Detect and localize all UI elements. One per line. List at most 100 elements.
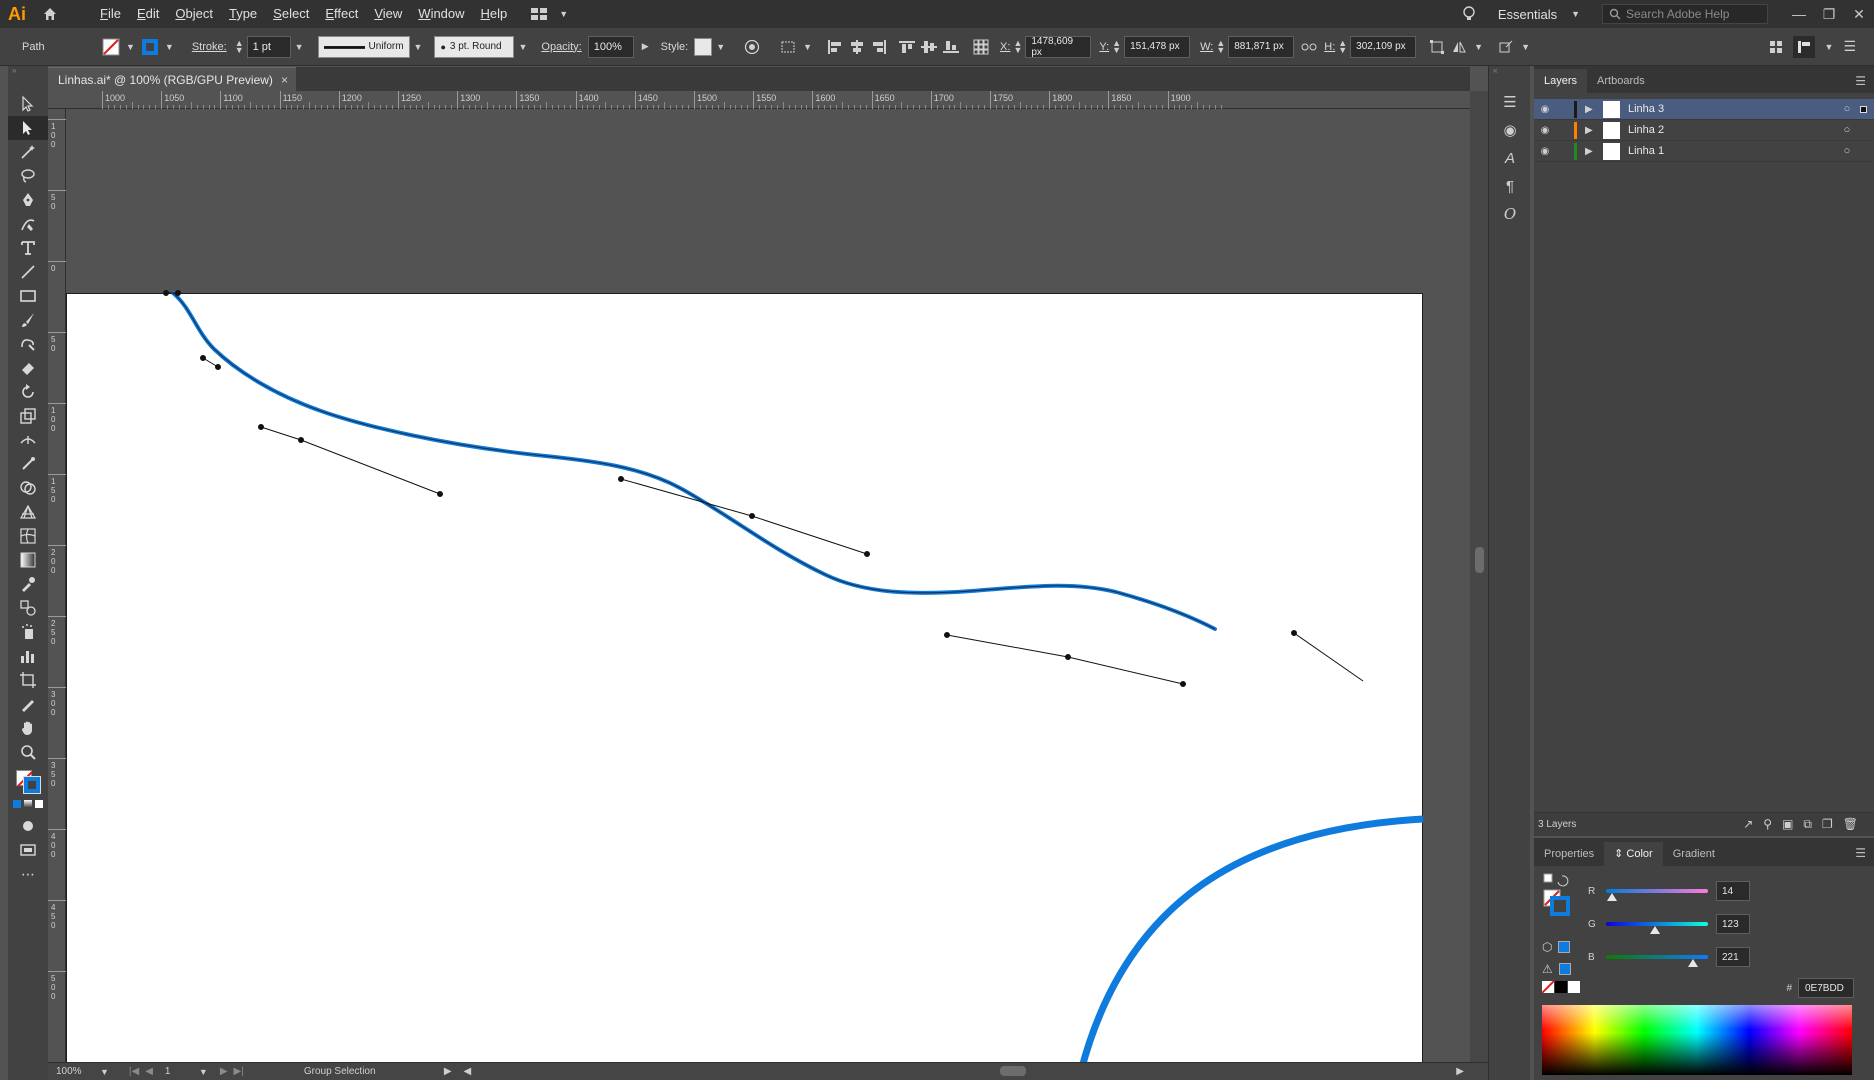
target-circle-icon[interactable]: ○ xyxy=(1836,103,1858,115)
workspace-switcher[interactable]: Essentials ▼ xyxy=(1498,7,1584,22)
search-help-input[interactable]: Search Adobe Help xyxy=(1602,4,1768,24)
target-circle-icon[interactable]: ○ xyxy=(1836,124,1858,136)
vertical-ruler[interactable]: 1 0 0 5 0 0 5 0 1 0 0 1 5 0 2 0 0 2 5 0 3 0 0 3 5… xyxy=(48,109,66,1071)
mesh-tool-icon[interactable] xyxy=(8,524,48,548)
transform-reference-icon[interactable] xyxy=(970,36,992,58)
chevron-down-icon[interactable]: ▼ xyxy=(100,1067,109,1077)
menu-view[interactable]: View xyxy=(366,0,410,28)
puppet-warp-tool-icon[interactable] xyxy=(8,452,48,476)
slice-tool-icon[interactable] xyxy=(8,692,48,716)
selection-indicator[interactable] xyxy=(1858,105,1868,113)
character-panel-icon[interactable]: A xyxy=(1489,144,1531,172)
clipping-mask-icon[interactable]: ▣ xyxy=(1782,817,1793,832)
symbol-sprayer-tool-icon[interactable] xyxy=(8,620,48,644)
lightbulb-icon[interactable] xyxy=(1454,6,1484,22)
scroll-right-icon[interactable]: ▶ xyxy=(1456,1066,1464,1077)
tab-gradient[interactable]: Gradient xyxy=(1663,842,1725,866)
stroke-stepper[interactable]: ▲ ▼ xyxy=(235,38,244,54)
paintbrush-tool-icon[interactable] xyxy=(8,308,48,332)
gradient-tool-icon[interactable] xyxy=(8,548,48,572)
control-menu-icon[interactable]: ☰ xyxy=(1843,38,1856,55)
isolate-icon[interactable] xyxy=(1495,36,1517,58)
collapse-toolbar-icon[interactable]: » xyxy=(8,66,48,78)
artwork[interactable] xyxy=(66,109,1470,1071)
line-tool-icon[interactable] xyxy=(8,260,48,284)
x-stepper[interactable]: ▲ ▼ xyxy=(1013,38,1022,54)
arrange-panels-icon[interactable] xyxy=(1765,36,1787,58)
menu-object[interactable]: Object xyxy=(167,0,221,28)
white-swatch[interactable] xyxy=(1568,981,1580,993)
menu-help[interactable]: Help xyxy=(473,0,516,28)
document-tab[interactable]: Linhas.ai* @ 100% (RGB/GPU Preview) × xyxy=(48,67,296,91)
selection-tool-icon[interactable] xyxy=(8,92,48,116)
selected-path-linha-3[interactable] xyxy=(171,291,1217,631)
zoom-level[interactable]: 100% xyxy=(56,1066,96,1077)
artboard-tool-icon[interactable] xyxy=(8,668,48,692)
libraries-panel-icon[interactable]: ◉ xyxy=(1489,116,1531,144)
none-swatch[interactable] xyxy=(1542,981,1554,993)
chevron-down-icon[interactable]: ▼ xyxy=(1521,42,1530,52)
first-artboard-icon[interactable]: |◀ xyxy=(129,1066,139,1077)
close-icon[interactable]: × xyxy=(281,73,288,87)
width-tool-icon[interactable] xyxy=(8,428,48,452)
rectangle-tool-icon[interactable] xyxy=(8,284,48,308)
direct-selection-tool-icon[interactable] xyxy=(8,116,48,140)
align-left-icon[interactable] xyxy=(824,36,846,58)
close-window-button[interactable]: ✕ xyxy=(1844,0,1874,28)
chevron-down-icon[interactable]: ▼ xyxy=(518,42,527,52)
green-value-input[interactable]: 123 xyxy=(1716,914,1750,934)
align-to-icon[interactable] xyxy=(777,36,799,58)
stroke-swatch[interactable] xyxy=(24,777,40,793)
chevron-down-icon[interactable]: ▼ xyxy=(1825,42,1834,52)
visibility-eye-icon[interactable]: ◉ xyxy=(1534,104,1556,115)
panel-options-icon[interactable] xyxy=(1792,35,1815,58)
panel-menu-icon[interactable]: ☰ xyxy=(1855,74,1866,88)
y-stepper[interactable]: ▲ ▼ xyxy=(1112,38,1121,54)
brush-definition[interactable]: ● 3 pt. Round xyxy=(434,35,515,58)
graphic-style-swatch[interactable] xyxy=(694,37,713,56)
fill-swatch[interactable] xyxy=(100,36,122,58)
scale-tool-icon[interactable] xyxy=(8,404,48,428)
chevron-down-icon[interactable]: ▼ xyxy=(1474,42,1483,52)
red-slider[interactable] xyxy=(1606,889,1708,901)
locate-object-icon[interactable]: ⚲ xyxy=(1763,817,1772,832)
color-fill-stroke-widget[interactable] xyxy=(1542,872,1582,921)
hex-input[interactable]: 0E7BDD xyxy=(1798,978,1854,998)
blue-slider-thumb[interactable] xyxy=(1688,959,1698,967)
curvature-tool-icon[interactable] xyxy=(8,212,48,236)
new-layer-icon[interactable]: ❐ xyxy=(1822,817,1833,832)
menu-effect[interactable]: Effect xyxy=(317,0,366,28)
constrain-link-icon[interactable] xyxy=(1298,36,1320,58)
collapse-panels-icon[interactable]: « xyxy=(1489,66,1530,78)
previous-artboard-icon[interactable]: ◀ xyxy=(145,1066,153,1077)
layer-row[interactable]: ◉ ▶ Linha 2 ○ xyxy=(1534,120,1874,141)
artboard-number[interactable]: 1 xyxy=(165,1066,195,1077)
in-gamut-swatch[interactable] xyxy=(1558,963,1571,975)
magic-wand-tool-icon[interactable] xyxy=(8,140,48,164)
visibility-eye-icon[interactable]: ◉ xyxy=(1534,125,1556,136)
w-stepper[interactable]: ▲ ▼ xyxy=(1216,38,1225,54)
green-slider[interactable] xyxy=(1606,922,1708,934)
align-middle-icon[interactable] xyxy=(918,36,940,58)
eraser-tool-icon[interactable] xyxy=(8,356,48,380)
blue-value-input[interactable]: 221 xyxy=(1716,947,1750,967)
w-input[interactable]: 881,871 px xyxy=(1228,35,1295,58)
chevron-down-icon[interactable]: ▼ xyxy=(803,42,812,52)
scrollbar-thumb[interactable] xyxy=(1475,547,1484,573)
bezier-handles[interactable] xyxy=(163,290,1364,687)
path-linha-2[interactable] xyxy=(1077,815,1424,1071)
draw-mode-icon[interactable] xyxy=(8,814,48,838)
gradient-mode-icon[interactable] xyxy=(24,800,32,808)
opacity-input[interactable]: 100% xyxy=(587,35,634,58)
status-menu-icon[interactable]: ▶ xyxy=(444,1066,452,1077)
next-artboard-icon[interactable]: ▶ xyxy=(220,1066,228,1077)
chevron-down-icon[interactable]: ▼ xyxy=(199,1067,208,1077)
hand-tool-icon[interactable] xyxy=(8,716,48,740)
reflect-icon[interactable] xyxy=(1448,36,1470,58)
properties-panel-icon[interactable]: ☰ xyxy=(1489,88,1531,116)
h-input[interactable]: 302,109 px xyxy=(1350,35,1417,58)
screen-mode-icon[interactable] xyxy=(8,838,48,862)
edit-toolbar-icon[interactable]: ⋯ xyxy=(8,862,48,886)
expand-arrow-icon[interactable]: ▶ xyxy=(1585,125,1597,136)
perspective-grid-tool-icon[interactable] xyxy=(8,500,48,524)
